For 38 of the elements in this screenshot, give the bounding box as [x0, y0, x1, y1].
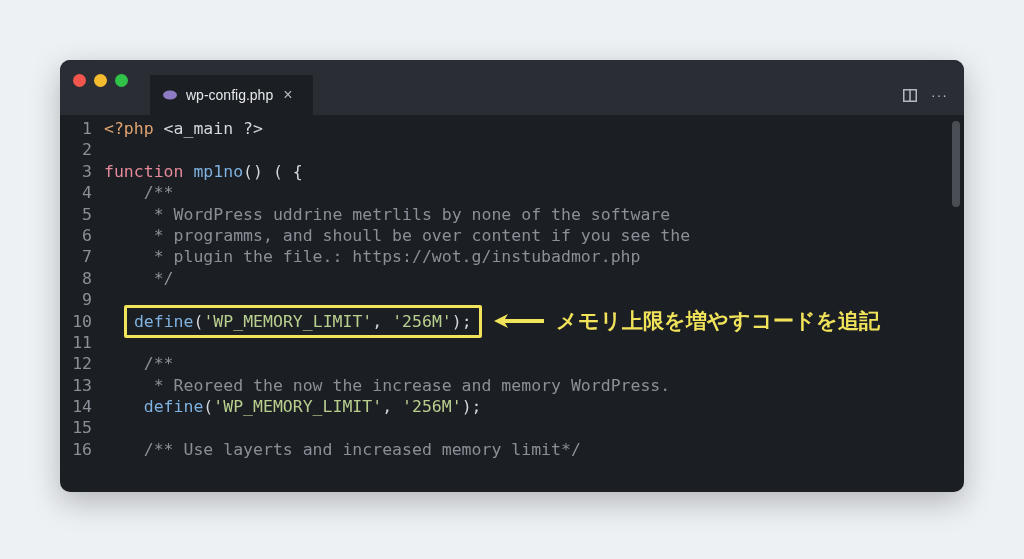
code-line: /** Use layerts and increased memory limit*/: [142, 438, 581, 461]
line-number: 14: [71, 396, 92, 418]
scrollbar-thumb[interactable]: [952, 121, 960, 207]
arrow-icon: [493, 313, 544, 330]
line-number: 1: [81, 118, 92, 140]
tab-close-button[interactable]: ×: [283, 83, 293, 107]
line-number: 4: [81, 182, 92, 204]
line-number: 9: [81, 289, 92, 311]
line-number: 2: [81, 139, 92, 161]
code-line: * Reoreed the now the increase and memory WordPress.: [152, 374, 671, 397]
line-number: 6: [81, 224, 92, 247]
line-number: 7: [81, 246, 92, 268]
editor-tab[interactable]: wp-config.php ×: [150, 75, 313, 115]
code-line: * WordPress uddrine metrlils by none of the software: [152, 203, 671, 225]
line-number: 5: [81, 203, 92, 225]
close-window-button[interactable]: [73, 74, 86, 87]
more-actions-button[interactable]: ···: [931, 84, 948, 106]
code-line: /**: [142, 353, 174, 375]
code-line: /**: [142, 182, 174, 204]
line-number: 12: [71, 353, 92, 375]
code-line: */: [152, 267, 174, 290]
code-line: <?php <a_main ?>: [104, 118, 263, 140]
code-line: * programms, and shoull be over content if you see the: [152, 224, 691, 247]
line-number: 3: [81, 160, 92, 183]
line-number: 10: [71, 310, 92, 332]
line-number: 15: [71, 417, 92, 439]
split-editor-icon[interactable]: [903, 88, 917, 102]
minimize-window-button[interactable]: [94, 74, 107, 87]
annotation-label: メモリ上限を増やすコードを追記: [555, 310, 880, 332]
line-number: 11: [71, 331, 92, 354]
line-number: 16: [71, 438, 92, 461]
line-number: 8: [81, 267, 92, 290]
maximize-window-button[interactable]: [115, 74, 128, 87]
code-line: function mp1no() ( {: [104, 160, 303, 183]
tab-title: wp-config.php: [186, 85, 274, 105]
code-line: define('WP_MEMORY_LIMIT', '256M');: [142, 396, 482, 418]
line-number: 13: [71, 374, 92, 397]
code-line: * plugin the file.: https://wot.g/instubadmor.php: [152, 246, 641, 268]
